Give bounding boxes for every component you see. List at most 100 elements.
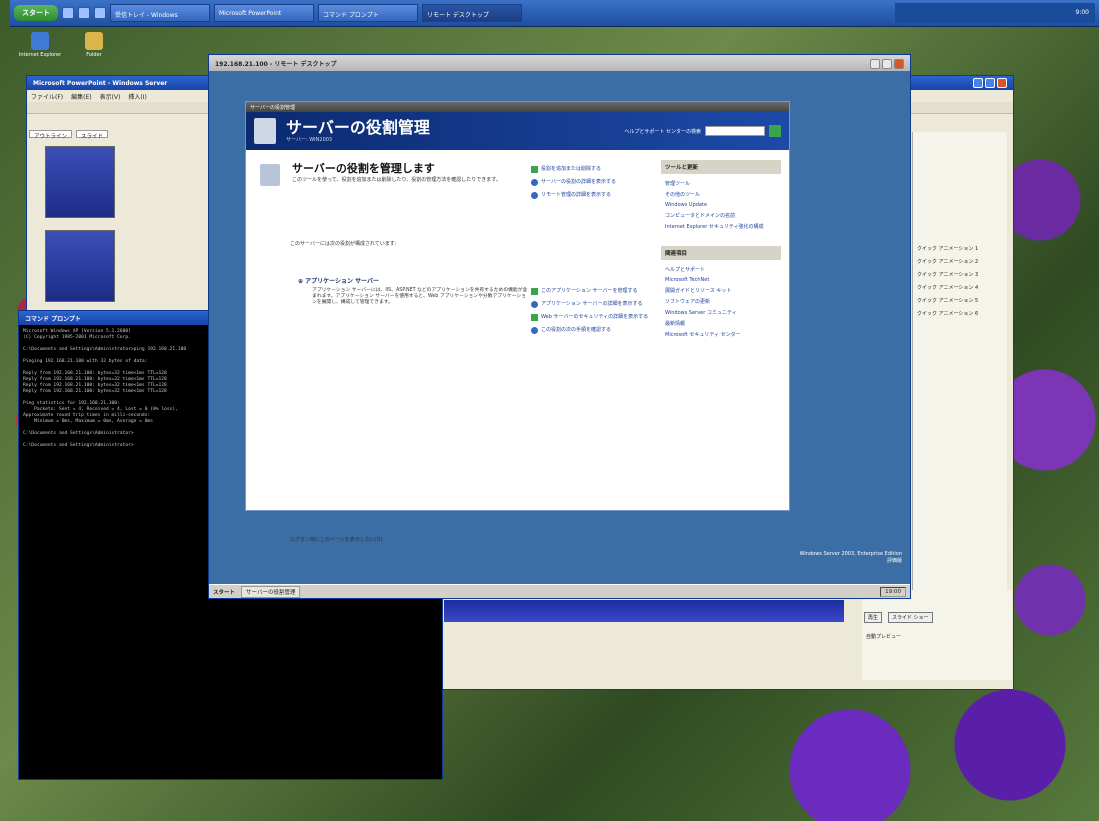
dont-show-checkbox[interactable]: ログオン時にこのページを表示しない(D) [290,536,383,543]
web-security-link[interactable]: Web サーバーのセキュリティの詳細を表示する [531,314,651,321]
desktop-icon-label: Internet Explorer [18,52,62,58]
minimize-icon[interactable] [870,59,880,69]
slide-thumbnail-2[interactable] [45,230,115,302]
add-role-icon [531,166,538,173]
manage-server-window: サーバーの役割管理 サーバーの役割管理 サーバー: WIN2003 ヘルプとサポ… [245,101,790,543]
slideshow-button[interactable]: スライド ショー [887,612,933,623]
play-button[interactable]: 再生 [864,612,883,623]
info-icon [531,192,538,199]
role-actions: このアプリケーション サーバーを管理する アプリケーション サーバーの詳細を表示… [531,288,651,340]
role-details-link[interactable]: サーバーの役割の詳細を表示する [531,179,651,186]
manage-app-server-link[interactable]: このアプリケーション サーバーを管理する [531,288,651,295]
maximize-icon[interactable] [882,59,892,69]
taskbar-item-cmd[interactable]: コマンド プロンプト [318,4,418,22]
app-server-details-link[interactable]: アプリケーション サーバーの詳細を表示する [531,301,651,308]
mail-icon[interactable] [94,7,106,19]
manage-server-banner: サーバーの役割管理 サーバー: WIN2003 ヘルプとサポート センターの検索 [246,112,789,150]
tab-slides[interactable]: スライド [76,130,109,140]
custom-animation-pane: クイック アニメーション 1 クイック アニメーション 2 クイック アニメーシ… [912,132,1007,612]
security-icon [531,314,538,321]
system-tray: 9:00 [895,3,1095,23]
see-also-link[interactable]: ヘルプとサポート [661,264,781,275]
server-roles-icon [260,164,280,186]
see-also-link[interactable]: Microsoft TechNet [661,275,781,285]
clock: 9:00 [1075,9,1089,16]
page-description: このツールを使って、役割を追加または削除したり、役割の管理方法を確認したりできま… [292,177,501,183]
see-also-header: 関連項目 [661,246,781,260]
taskbar: スタート 受信トレイ - Windows Microsoft PowerPoin… [10,0,1099,26]
folder-icon[interactable] [78,7,90,19]
taskbar-item-mail[interactable]: 受信トレイ - Windows [110,4,210,22]
banner-title: サーバーの役割管理 [286,118,430,137]
animation-item[interactable]: クイック アニメーション 3 [913,268,1007,281]
remote-taskbar: スタート サーバーの役割管理 19:00 [209,584,910,598]
search-go-icon[interactable] [769,125,781,137]
rdp-titlebar[interactable]: 192.168.21.100 - リモート デスクトップ [209,55,910,71]
animation-item[interactable]: クイック アニメーション 4 [913,281,1007,294]
main-content: サーバーの役割を管理します このツールを使って、役割を追加または削除したり、役割… [246,150,648,543]
desktop-icon-ie[interactable]: Internet Explorer [16,32,64,58]
taskbar-item-powerpoint[interactable]: Microsoft PowerPoint [214,4,314,22]
add-remove-role-link[interactable]: 役割を追加または削除する [531,166,651,173]
window-title: サーバーの役割管理 [250,105,295,111]
server-icon [254,118,276,144]
menu-file[interactable]: ファイル(F) [31,92,63,101]
tools-link[interactable]: Internet Explorer セキュリティ強化の構成 [661,221,781,232]
animation-item[interactable]: クイック アニメーション 1 [913,242,1007,255]
evaluation-text: 評価版 [886,558,902,564]
tools-link[interactable]: その他のツール [661,189,781,200]
desktop-icon-folder[interactable]: Folder [70,32,118,58]
animation-item[interactable]: クイック アニメーション 6 [913,307,1007,320]
slide-canvas-strip [444,600,844,622]
internet-explorer-icon [31,32,49,50]
remote-clock: 19:00 [880,586,906,597]
remote-admin-link[interactable]: リモート管理の詳細を表示する [531,192,651,199]
minimize-icon[interactable] [973,78,983,88]
remote-start-button[interactable]: スタート [213,588,235,596]
close-icon[interactable] [894,59,904,69]
search-label: ヘルプとサポート センターの検索 [624,128,701,135]
next-steps-link[interactable]: この役割の次の手順を確認する [531,327,651,334]
banner-subtitle: サーバー: WIN2003 [286,137,333,143]
role-title: アプリケーション サーバー [305,278,380,285]
animation-item[interactable]: クイック アニメーション 2 [913,255,1007,268]
see-also-link[interactable]: 展開ガイドとリソース キット [661,285,781,296]
see-also-link[interactable]: ソフトウェアの更新 [661,296,781,307]
maximize-icon[interactable] [985,78,995,88]
info-icon [531,301,538,308]
pane-tabs: アウトライン スライド [27,128,157,140]
role-application-server[interactable]: ⊕ アプリケーション サーバー [298,276,379,285]
info-icon [531,179,538,186]
remote-taskbar-item[interactable]: サーバーの役割管理 [241,585,301,598]
tab-outline[interactable]: アウトライン [29,130,73,140]
see-also-link[interactable]: Windows Server コミュニティ [661,307,781,318]
auto-preview-checkbox[interactable]: 自動プレビュー [866,633,1008,640]
slide-thumbnail-1[interactable] [45,146,115,218]
link-label: 役割を追加または削除する [541,166,602,172]
configured-roles-text: このサーバーには次の役割が構成されています: [290,241,397,247]
start-button[interactable]: スタート [14,5,58,21]
tools-link[interactable]: コンピュータとドメインの名前 [661,210,781,221]
taskbar-item-rdp[interactable]: リモート デスクトップ [422,4,522,22]
see-also-link[interactable]: Microsoft セキュリティ センター [661,329,781,340]
menu-view[interactable]: 表示(V) [100,92,121,101]
manage-server-titlebar[interactable]: サーバーの役割管理 [246,102,789,112]
link-label: この役割の次の手順を確認する [541,327,612,333]
window-title: コマンド プロンプト [25,315,81,323]
link-label: このアプリケーション サーバーを管理する [541,288,638,294]
ie-icon[interactable] [62,7,74,19]
help-search: ヘルプとサポート センターの検索 [624,125,781,137]
link-label: サーバーの役割の詳細を表示する [541,179,616,185]
role-description: アプリケーション サーバーには、IIS、ASP.NET などのアプリケーションを… [312,288,528,305]
tools-link[interactable]: Windows Update [661,200,781,210]
remote-desktop-window: 192.168.21.100 - リモート デスクトップ サーバーの役割管理 サ… [208,54,911,599]
close-icon[interactable] [997,78,1007,88]
animation-item[interactable]: クイック アニメーション 5 [913,294,1007,307]
menu-insert[interactable]: 挿入(I) [128,92,146,101]
see-also-link[interactable]: 最新情報 [661,318,781,329]
tools-link[interactable]: 管理ツール [661,178,781,189]
info-icon [531,327,538,334]
animation-controls: 再生 スライド ショー 自動プレビュー [862,590,1012,680]
search-input[interactable] [705,126,765,136]
menu-edit[interactable]: 編集(E) [71,92,91,101]
